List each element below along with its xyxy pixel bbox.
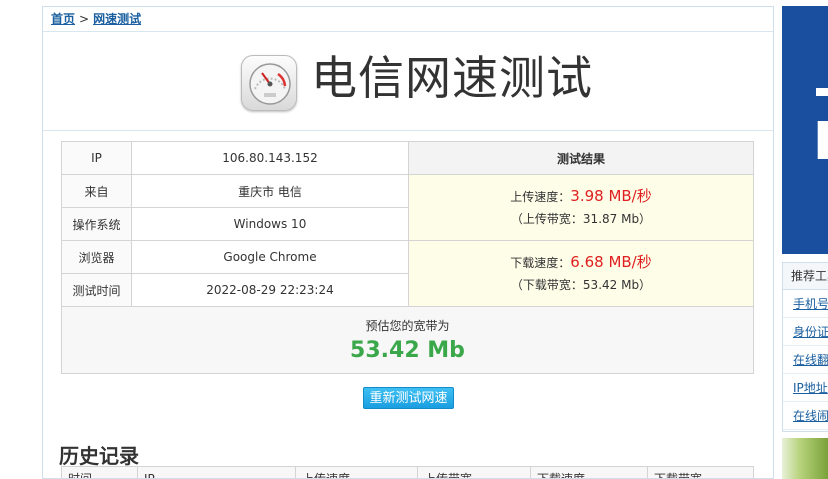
row-label-ip: IP — [61, 141, 132, 175]
history-col-download-bandwidth: 下载带宽 — [647, 466, 754, 478]
right-sidebar: █ 推荐工具 手机号 身份证 在线翻 IP地址 在线闹 — [780, 6, 828, 479]
bandwidth-estimate: 预估您的宽带为 53.42 Mb — [61, 306, 754, 374]
history-col-download-speed: 下载速度 — [530, 466, 648, 478]
retest-button[interactable]: 重新测试网速 — [363, 387, 454, 409]
tool-item: 身份证 — [783, 318, 828, 346]
ad-image[interactable] — [782, 438, 828, 479]
download-result: 下载速度：6.68 MB/秒 （下载带宽：53.42 Mb） — [408, 240, 754, 307]
breadcrumb-separator: > — [79, 12, 90, 26]
tool-item: 在线闹 — [783, 402, 828, 430]
recommended-tools-title: 推荐工具 — [783, 263, 828, 290]
breadcrumb-current-link[interactable]: 网速测试 — [93, 12, 141, 26]
upload-result: 上传速度：3.98 MB/秒 （上传带宽：31.87 Mb） — [408, 174, 754, 241]
page-title: 电信网速测试 — [311, 51, 593, 105]
result-header: 测试结果 — [408, 141, 754, 175]
row-value-ip: 106.80.143.152 — [131, 141, 409, 175]
row-value-os: Windows 10 — [131, 207, 409, 241]
banner-graphic — [816, 88, 828, 96]
estimate-value: 53.42 Mb — [350, 338, 465, 363]
upload-speed: 3.98 MB/秒 — [570, 187, 652, 205]
download-label: 下载速度： — [510, 256, 571, 270]
recommended-tools-panel: 推荐工具 手机号 身份证 在线翻 IP地址 在线闹 — [782, 262, 828, 432]
history-col-upload-speed: 上传速度 — [295, 466, 418, 478]
tool-item: IP地址 — [783, 374, 828, 402]
row-label-os: 操作系统 — [61, 207, 132, 241]
tool-link-translate[interactable]: 在线翻 — [793, 353, 828, 367]
tool-item: 在线翻 — [783, 346, 828, 374]
estimate-label: 预估您的宽带为 — [365, 319, 450, 333]
upload-bandwidth: （上传带宽：31.87 Mb） — [510, 212, 652, 226]
row-label-location: 来自 — [61, 174, 132, 208]
tool-link-ip[interactable]: IP地址 — [793, 381, 828, 395]
download-speed: 6.68 MB/秒 — [570, 253, 652, 271]
result-table: IP 106.80.143.152 测试结果 来自 重庆市 电信 上传速度：3.… — [61, 141, 754, 374]
tool-link-alarm[interactable]: 在线闹 — [793, 409, 828, 423]
title-area: 电信网速测试 — [43, 32, 773, 131]
row-label-time: 测试时间 — [61, 273, 132, 307]
banner-graphic-2: █ — [818, 124, 828, 156]
row-value-location: 重庆市 电信 — [131, 174, 409, 208]
history-title: 历史记录 — [59, 444, 139, 468]
breadcrumb-home-link[interactable]: 首页 — [51, 12, 75, 26]
upload-label: 上传速度： — [510, 190, 571, 204]
row-label-browser: 浏览器 — [61, 240, 132, 274]
tool-link-phone[interactable]: 手机号 — [793, 297, 828, 311]
history-col-upload-bandwidth: 上传带宽 — [417, 466, 531, 478]
breadcrumb: 首页 > 网速测试 — [43, 7, 773, 32]
tool-link-idcard[interactable]: 身份证 — [793, 325, 828, 339]
speedometer-icon — [241, 55, 297, 111]
row-value-time: 2022-08-29 22:23:24 — [131, 273, 409, 307]
download-bandwidth: （下载带宽：53.42 Mb） — [510, 278, 652, 292]
history-col-time: 时间 — [61, 466, 138, 478]
history-table: 时间 IP 上传速度 上传带宽 下载速度 下载带宽 — [61, 466, 754, 478]
main-panel: 首页 > 网速测试 电信网速测试 IP 106.80.143.152 测试结果 来自… — [42, 6, 774, 479]
history-col-ip: IP — [137, 466, 296, 478]
row-value-browser: Google Chrome — [131, 240, 409, 274]
ad-banner[interactable]: █ — [782, 6, 828, 254]
tool-item: 手机号 — [783, 290, 828, 318]
